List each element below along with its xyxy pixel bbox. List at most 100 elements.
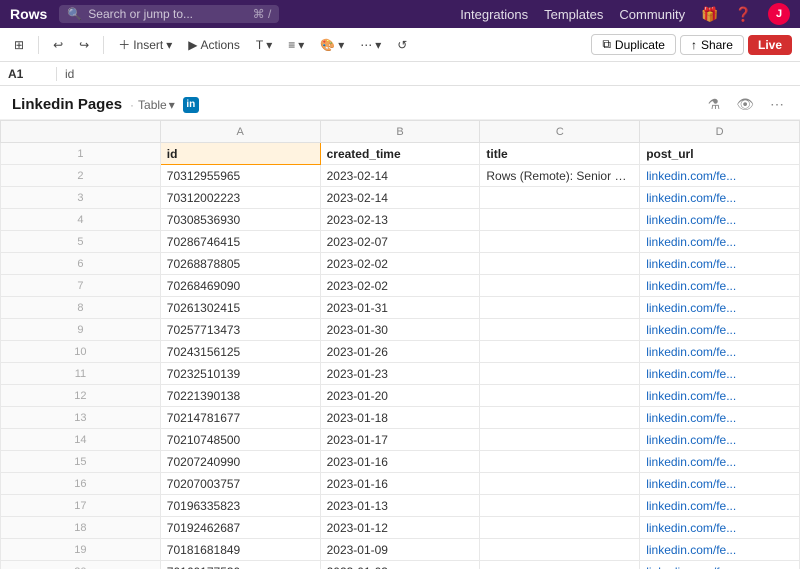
text-format-button[interactable]: T ▾ — [250, 35, 278, 55]
cell-14-col-3[interactable]: linkedin.com/fe... — [640, 451, 800, 473]
cell-16-col-3[interactable]: linkedin.com/fe... — [640, 495, 800, 517]
cell-16-col-1[interactable]: 2023-01-13 — [320, 495, 480, 517]
cell-18-col-2[interactable] — [480, 539, 640, 561]
cell-2-col-2[interactable] — [480, 187, 640, 209]
undo-button[interactable]: ↩ — [47, 35, 69, 55]
nav-integrations[interactable]: Integrations — [460, 7, 528, 22]
cell-1-col-0[interactable]: 70312955965 — [160, 165, 320, 187]
more-options-button[interactable]: ⋯ — [766, 94, 788, 115]
col-a-name[interactable]: id — [160, 143, 320, 165]
cell-1-col-1[interactable]: 2023-02-14 — [320, 165, 480, 187]
cell-5-col-0[interactable]: 70268878805 — [160, 253, 320, 275]
help-icon[interactable]: ❓ — [735, 6, 752, 23]
align-button[interactable]: ≡ ▾ — [282, 35, 310, 55]
insert-button[interactable]: ＋ Insert ▾ — [112, 33, 178, 56]
table-view-button[interactable]: Table ▾ — [138, 98, 175, 112]
spreadsheet-container[interactable]: A B C D 1 id created_time title post_url… — [0, 120, 800, 569]
cell-17-col-0[interactable]: 70192462687 — [160, 517, 320, 539]
gift-icon[interactable]: 🎁 — [701, 6, 718, 23]
cell-9-col-3[interactable]: linkedin.com/fe... — [640, 341, 800, 363]
cell-2-col-1[interactable]: 2023-02-14 — [320, 187, 480, 209]
cell-15-col-3[interactable]: linkedin.com/fe... — [640, 473, 800, 495]
nav-community[interactable]: Community — [619, 7, 685, 22]
col-b-name[interactable]: created_time — [320, 143, 480, 165]
redo-button[interactable]: ↪ — [73, 35, 95, 55]
cell-2-col-3[interactable]: linkedin.com/fe... — [640, 187, 800, 209]
col-header-d[interactable]: D — [640, 121, 800, 143]
cell-5-col-3[interactable]: linkedin.com/fe... — [640, 253, 800, 275]
cell-13-col-2[interactable] — [480, 429, 640, 451]
cell-1-col-2[interactable]: Rows (Remote): Senior Frontend Engineer — [480, 165, 640, 187]
cell-15-col-1[interactable]: 2023-01-16 — [320, 473, 480, 495]
col-header-a[interactable]: A — [160, 121, 320, 143]
cell-9-col-0[interactable]: 70243156125 — [160, 341, 320, 363]
cell-19-col-3[interactable]: linkedin.com/fe... — [640, 561, 800, 570]
cell-4-col-2[interactable] — [480, 231, 640, 253]
cell-6-col-2[interactable] — [480, 275, 640, 297]
cell-14-col-0[interactable]: 70207240990 — [160, 451, 320, 473]
cell-17-col-1[interactable]: 2023-01-12 — [320, 517, 480, 539]
cell-6-col-3[interactable]: linkedin.com/fe... — [640, 275, 800, 297]
cell-7-col-2[interactable] — [480, 297, 640, 319]
cell-16-col-2[interactable] — [480, 495, 640, 517]
cell-8-col-3[interactable]: linkedin.com/fe... — [640, 319, 800, 341]
cell-18-col-0[interactable]: 70181681849 — [160, 539, 320, 561]
filter-button[interactable]: ⚗ — [704, 94, 725, 115]
cell-5-col-2[interactable] — [480, 253, 640, 275]
view-button[interactable]: 👁 — [732, 94, 758, 115]
cell-9-col-2[interactable] — [480, 341, 640, 363]
share-button[interactable]: ↑ Share — [680, 35, 744, 55]
cell-11-col-1[interactable]: 2023-01-20 — [320, 385, 480, 407]
cell-10-col-2[interactable] — [480, 363, 640, 385]
cell-6-col-1[interactable]: 2023-02-02 — [320, 275, 480, 297]
cell-17-col-3[interactable]: linkedin.com/fe... — [640, 517, 800, 539]
cell-17-col-2[interactable] — [480, 517, 640, 539]
cell-6-col-0[interactable]: 70268469090 — [160, 275, 320, 297]
reset-button[interactable]: ↺ — [391, 35, 413, 55]
cell-12-col-1[interactable]: 2023-01-18 — [320, 407, 480, 429]
cell-4-col-0[interactable]: 70286746415 — [160, 231, 320, 253]
cell-11-col-0[interactable]: 70221390138 — [160, 385, 320, 407]
col-c-name[interactable]: title — [480, 143, 640, 165]
cell-5-col-1[interactable]: 2023-02-02 — [320, 253, 480, 275]
cell-3-col-3[interactable]: linkedin.com/fe... — [640, 209, 800, 231]
cell-9-col-1[interactable]: 2023-01-26 — [320, 341, 480, 363]
cell-3-col-2[interactable] — [480, 209, 640, 231]
cell-15-col-0[interactable]: 70207003757 — [160, 473, 320, 495]
cell-16-col-0[interactable]: 70196335823 — [160, 495, 320, 517]
cell-15-col-2[interactable] — [480, 473, 640, 495]
cell-4-col-3[interactable]: linkedin.com/fe... — [640, 231, 800, 253]
duplicate-button[interactable]: ⧉ Duplicate — [591, 34, 676, 55]
cell-7-col-1[interactable]: 2023-01-31 — [320, 297, 480, 319]
cell-19-col-1[interactable]: 2023-01-03 — [320, 561, 480, 570]
actions-button[interactable]: ▶ Actions — [182, 35, 246, 55]
cell-8-col-2[interactable] — [480, 319, 640, 341]
more-button[interactable]: ⋯ ▾ — [354, 35, 387, 55]
cell-13-col-0[interactable]: 70210748500 — [160, 429, 320, 451]
color-button[interactable]: 🎨 ▾ — [314, 35, 350, 55]
cell-19-col-2[interactable] — [480, 561, 640, 570]
col-header-c[interactable]: C — [480, 121, 640, 143]
cell-3-col-0[interactable]: 70308536930 — [160, 209, 320, 231]
search-box[interactable]: 🔍 Search or jump to... ⌘ / — [59, 5, 279, 23]
nav-templates[interactable]: Templates — [544, 7, 603, 22]
col-header-b[interactable]: B — [320, 121, 480, 143]
cell-8-col-1[interactable]: 2023-01-30 — [320, 319, 480, 341]
cell-4-col-1[interactable]: 2023-02-07 — [320, 231, 480, 253]
cell-18-col-1[interactable]: 2023-01-09 — [320, 539, 480, 561]
cell-13-col-1[interactable]: 2023-01-17 — [320, 429, 480, 451]
cell-12-col-2[interactable] — [480, 407, 640, 429]
avatar[interactable]: J — [768, 3, 790, 25]
cell-11-col-2[interactable] — [480, 385, 640, 407]
cell-19-col-0[interactable]: 70160177530 — [160, 561, 320, 570]
cell-8-col-0[interactable]: 70257713473 — [160, 319, 320, 341]
cell-18-col-3[interactable]: linkedin.com/fe... — [640, 539, 800, 561]
cell-13-col-3[interactable]: linkedin.com/fe... — [640, 429, 800, 451]
cell-12-col-3[interactable]: linkedin.com/fe... — [640, 407, 800, 429]
live-button[interactable]: Live — [748, 35, 792, 55]
cell-1-col-3[interactable]: linkedin.com/fe... — [640, 165, 800, 187]
cell-7-col-0[interactable]: 70261302415 — [160, 297, 320, 319]
cell-14-col-2[interactable] — [480, 451, 640, 473]
cell-12-col-0[interactable]: 70214781677 — [160, 407, 320, 429]
cell-10-col-1[interactable]: 2023-01-23 — [320, 363, 480, 385]
